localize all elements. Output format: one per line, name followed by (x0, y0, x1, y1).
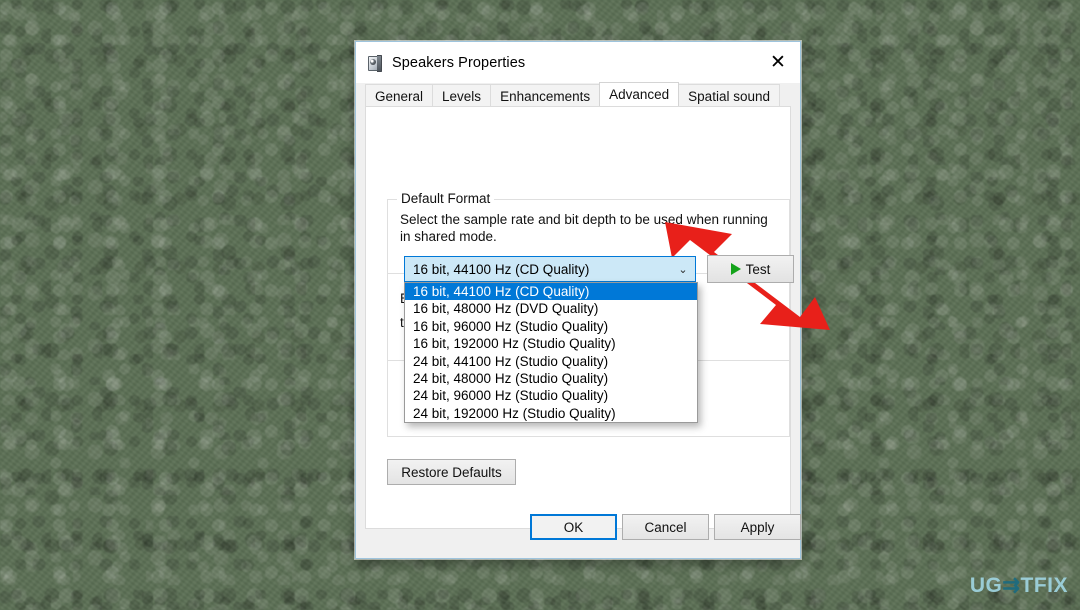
dropdown-option[interactable]: 16 bit, 96000 Hz (Studio Quality) (405, 318, 697, 335)
default-format-description: Select the sample rate and bit depth to … (400, 212, 768, 244)
test-button[interactable]: Test (707, 255, 794, 283)
tab-general[interactable]: General (365, 84, 434, 108)
tab-enhancements[interactable]: Enhancements (490, 84, 601, 108)
dropdown-option[interactable]: 24 bit, 48000 Hz (Studio Quality) (405, 370, 697, 387)
sample-rate-dropdown-list[interactable]: 16 bit, 44100 Hz (CD Quality) 16 bit, 48… (404, 282, 698, 424)
close-icon[interactable]: ✕ (756, 42, 800, 82)
dropdown-option[interactable]: 24 bit, 192000 Hz (Studio Quality) (405, 405, 697, 422)
speakers-properties-dialog: Speakers Properties ✕ General Levels Enh… (355, 41, 801, 559)
cancel-button[interactable]: Cancel (622, 514, 709, 540)
tab-spatial-sound[interactable]: Spatial sound (678, 84, 780, 108)
dropdown-option[interactable]: 24 bit, 44100 Hz (Studio Quality) (405, 353, 697, 370)
tab-advanced[interactable]: Advanced (599, 82, 680, 106)
restore-defaults-button[interactable]: Restore Defaults (387, 459, 516, 485)
dropdown-option[interactable]: 16 bit, 192000 Hz (Studio Quality) (405, 335, 697, 352)
dropdown-option[interactable]: 24 bit, 96000 Hz (Studio Quality) (405, 387, 697, 404)
dropdown-option[interactable]: 16 bit, 44100 Hz (CD Quality) (405, 283, 697, 301)
ok-button[interactable]: OK (530, 514, 617, 540)
default-format-legend: Default Format (397, 191, 495, 206)
speaker-icon (367, 54, 383, 72)
dropdown-option[interactable]: 16 bit, 48000 Hz (DVD Quality) (405, 300, 697, 317)
sample-rate-combobox-value: 16 bit, 44100 Hz (CD Quality) (413, 261, 590, 277)
tab-page-advanced: E this device Default Format Select the … (365, 106, 794, 529)
watermark-part-2: ⇉ (1002, 574, 1021, 597)
sample-rate-combobox[interactable]: 16 bit, 44100 Hz (CD Quality) ⌄ (404, 256, 696, 282)
tab-levels[interactable]: Levels (432, 84, 492, 108)
watermark-part-3: TFIX (1020, 574, 1068, 597)
apply-button[interactable]: Apply (714, 514, 801, 540)
window-title: Speakers Properties (392, 54, 526, 71)
dialog-footer: OK Cancel Apply (356, 503, 801, 558)
test-button-label: Test (745, 261, 771, 277)
tab-strip: General Levels Enhancements Advanced Spa… (365, 82, 792, 108)
watermark-part-1: UG (969, 574, 1003, 597)
title-bar: Speakers Properties ✕ (356, 42, 800, 83)
play-icon (730, 263, 741, 275)
ugetfix-watermark: UG⇉TFIX (970, 573, 1068, 598)
chevron-down-icon: ⌄ (678, 263, 688, 276)
